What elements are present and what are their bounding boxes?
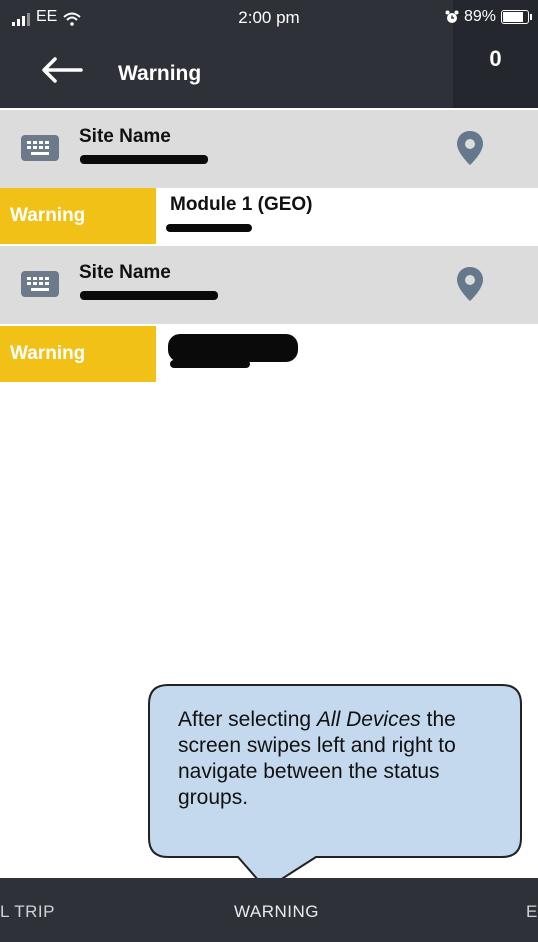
- callout-prefix: After selecting: [178, 708, 317, 731]
- status-tab-bar: L TRIP WARNING E: [0, 878, 538, 942]
- site-name-label: Site Name: [79, 262, 171, 283]
- redacted-text: [80, 155, 208, 164]
- status-badge: Warning: [0, 188, 156, 244]
- device-count[interactable]: 0: [453, 46, 538, 72]
- device-row[interactable]: Warning: [0, 326, 538, 382]
- tab-warning[interactable]: WARNING: [234, 902, 319, 922]
- callout-text: After selecting All Devices the screen s…: [178, 707, 508, 811]
- device-row[interactable]: Warning Module 1 (GEO): [0, 188, 538, 244]
- site-row[interactable]: Site Name: [0, 110, 538, 188]
- back-arrow-icon[interactable]: [40, 56, 84, 84]
- app-header: EE 2:00 pm 89% Warning 0: [0, 0, 538, 108]
- redacted-text: [80, 291, 218, 300]
- callout-emphasis: All Devices: [316, 708, 421, 731]
- map-pin-icon[interactable]: [456, 266, 484, 302]
- battery-percent: 89%: [463, 8, 496, 25]
- battery-icon: [501, 10, 529, 24]
- redacted-text: [168, 334, 298, 362]
- keyboard-icon: [21, 135, 59, 161]
- site-row[interactable]: Site Name: [0, 246, 538, 324]
- alarm-icon: [445, 10, 459, 23]
- tab-next[interactable]: E: [526, 902, 538, 922]
- site-name-label: Site Name: [79, 126, 171, 147]
- tab-previous[interactable]: L TRIP: [0, 902, 55, 922]
- redacted-text: [166, 224, 252, 232]
- keyboard-icon: [21, 271, 59, 297]
- status-badge: Warning: [0, 326, 156, 382]
- redacted-text: [170, 360, 250, 368]
- status-right: 89%: [445, 8, 532, 26]
- map-pin-icon[interactable]: [456, 130, 484, 166]
- page-title: Warning: [118, 62, 202, 85]
- module-name: Module 1 (GEO): [170, 194, 313, 215]
